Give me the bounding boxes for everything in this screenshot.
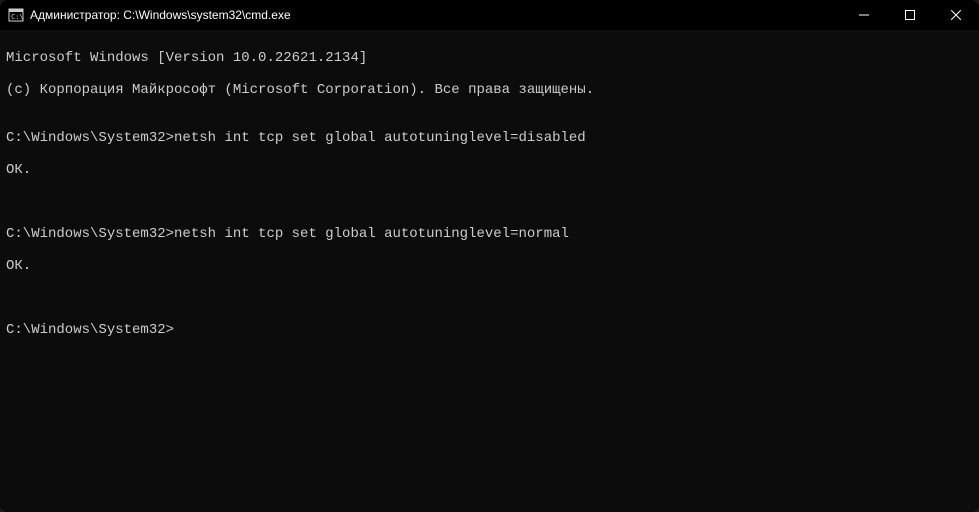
result-line: ОК. bbox=[6, 162, 973, 178]
svg-text:C:\: C:\ bbox=[11, 13, 24, 21]
command-line-1: C:\Windows\System32>netsh int tcp set gl… bbox=[6, 130, 973, 146]
cmd-window: C:\ Администратор: C:\Windows\system32\c… bbox=[0, 0, 979, 512]
command-text: netsh int tcp set global autotuninglevel… bbox=[174, 130, 586, 146]
prompt: C:\Windows\System32> bbox=[6, 322, 174, 338]
close-button[interactable] bbox=[933, 0, 979, 30]
active-prompt-line: C:\Windows\System32> bbox=[6, 322, 973, 338]
command-text: netsh int tcp set global autotuninglevel… bbox=[174, 226, 569, 242]
window-title: Администратор: C:\Windows\system32\cmd.e… bbox=[30, 8, 841, 22]
copyright-line: (c) Корпорация Майкрософт (Microsoft Cor… bbox=[6, 82, 973, 98]
cmd-icon: C:\ bbox=[8, 7, 24, 23]
prompt: C:\Windows\System32> bbox=[6, 130, 174, 146]
prompt: C:\Windows\System32> bbox=[6, 226, 174, 242]
window-controls bbox=[841, 0, 979, 30]
command-line-2: C:\Windows\System32>netsh int tcp set gl… bbox=[6, 226, 973, 242]
maximize-button[interactable] bbox=[887, 0, 933, 30]
titlebar[interactable]: C:\ Администратор: C:\Windows\system32\c… bbox=[0, 0, 979, 30]
terminal-output[interactable]: Microsoft Windows [Version 10.0.22621.21… bbox=[0, 30, 979, 512]
minimize-button[interactable] bbox=[841, 0, 887, 30]
result-line: ОК. bbox=[6, 258, 973, 274]
version-line: Microsoft Windows [Version 10.0.22621.21… bbox=[6, 50, 973, 66]
